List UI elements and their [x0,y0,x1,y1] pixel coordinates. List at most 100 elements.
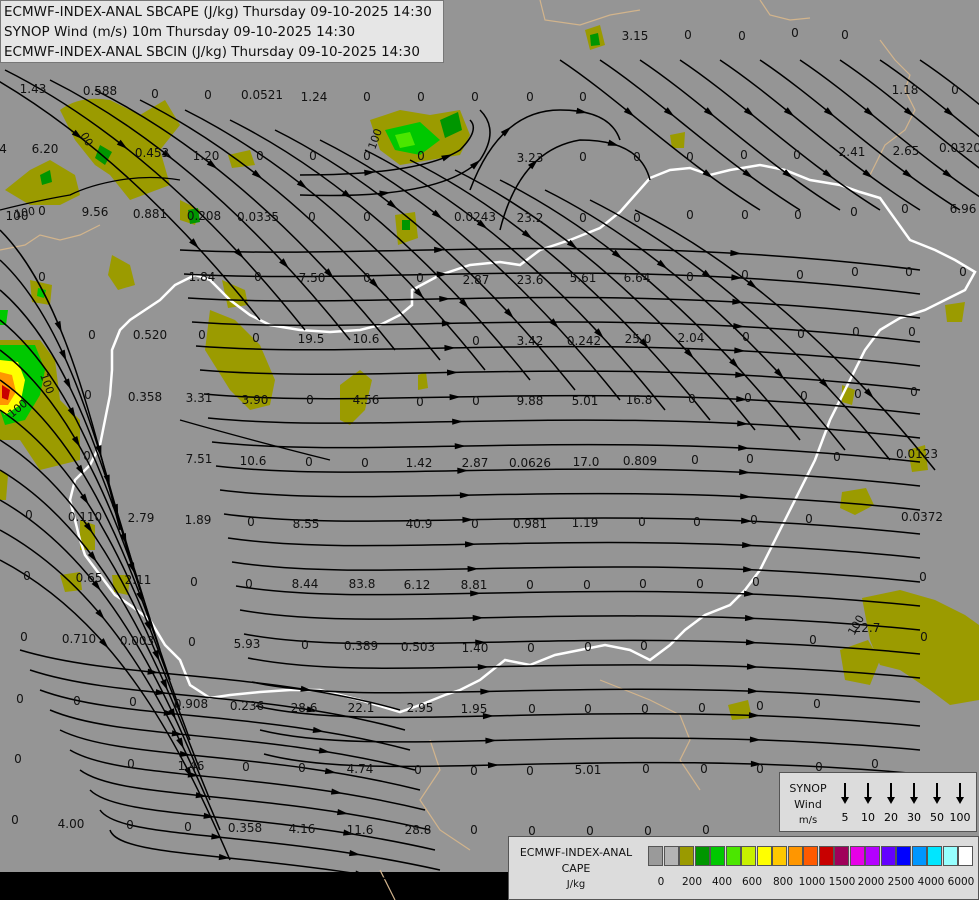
cin-value-label: 83.8 [349,577,376,591]
cin-value-label: 0 [363,149,371,163]
cin-value-label: 9.56 [82,205,109,219]
wind-legend-arrows: 5 10 20 30 50 100 [841,783,971,824]
cin-value-label: 0 [528,702,536,716]
cin-value-label: 23.6 [517,273,544,287]
cin-value-label: 0 [850,205,858,219]
cin-value-label: 0 [254,270,262,284]
cin-value-label: 0.0521 [241,88,283,102]
cin-title: ECMWF-INDEX-ANAL SBCIN (J/kg) Thursday 0… [4,44,420,60]
wind-legend-arrow: 30 [907,783,921,824]
cin-value-label: 0 [639,577,647,591]
cin-value-label: 6.12 [404,578,431,592]
cin-value-label: 2.79 [128,511,155,525]
cin-value-label: 28.6 [291,701,318,715]
cin-value-label: 0.520 [133,328,167,342]
cin-value-label: 2.04 [678,331,705,345]
cin-value-label: 0 [126,818,134,832]
cape-tick-label: 200 [681,876,703,888]
cin-value-label: 0 [526,764,534,778]
cape-color-swatch [958,846,973,866]
cin-value-label: 4 [0,142,7,156]
cin-value-label: 28.8 [405,823,432,837]
cape-color-swatch [880,846,896,866]
weather-map: 1.43 0.588 0 0 0.0521 1.24 0 0 0 0 0 3.15 0 0 0 0 1.18 0 4… [0,0,979,900]
cin-value-label: 0 [305,455,313,469]
cin-value-label: 0.358 [228,821,262,835]
cin-value-label: 0 [309,149,317,163]
cin-value-label: 7.50 [299,271,326,285]
cin-value-label: 0 [738,29,746,43]
cape-color-swatch [818,846,834,866]
cin-value-label: 0 [791,26,799,40]
cin-value-label: 0 [38,270,46,284]
cape-color-swatch [648,846,663,866]
cin-value-label: 0 [298,761,306,775]
cin-value-label: 0 [871,757,879,771]
cin-value-label: 0 [741,208,749,222]
cin-value-label: 2.65 [893,144,920,158]
cin-value-label: 0 [129,695,137,709]
cape-color-swatch [865,846,880,866]
cin-value-label: 0.389 [344,639,378,653]
wind-legend-unit: m/s [798,815,818,826]
cin-value-label: 4.74 [347,762,374,776]
cape-title: ECMWF-INDEX-ANAL SBCAPE (J/kg) Thursday … [4,4,432,20]
cin-value-label: 5.01 [575,763,602,777]
wind-legend-speed: 10 [861,811,875,824]
cin-value-label: 0 [688,392,696,406]
cin-value-label: 0 [417,90,425,104]
cin-value-label: 0.0372 [901,510,943,524]
cin-value-label: 0 [184,820,192,834]
cin-value-label: 0 [83,449,91,463]
cin-value-label: 0 [73,694,81,708]
wind-legend-speed: 20 [884,811,898,824]
cin-value-label: 0.236 [230,699,264,713]
cin-value-label: 0.358 [128,390,162,404]
wind-legend-arrow: 50 [930,783,944,824]
cin-value-label: 0 [805,512,813,526]
cape-tick-label: 1500 [828,876,856,888]
cin-value-label: 0.0123 [896,447,938,461]
cin-value-label: 0 [809,633,817,647]
cin-value-label: 1.89 [185,513,212,527]
cin-value-label: 3.15 [622,29,649,43]
cape-color-swatch [694,846,710,866]
cin-value-label: 0 [750,513,758,527]
cin-value-label: 0 [417,149,425,163]
cin-value-label: 0 [23,569,31,583]
cin-value-label: 0 [742,330,750,344]
cape-tick-label: 0 [657,876,665,888]
cin-value-label: 0 [151,87,159,101]
cin-value-label: 17.0 [573,455,600,469]
cin-value-label: 0 [470,823,478,837]
cin-value-label: 0 [11,813,19,827]
cin-value-label: 0 [583,578,591,592]
cin-value-label: 0 [127,757,135,771]
cape-legend-title: ECMWF-INDEX-ANAL [519,846,633,859]
cin-value-label: 0.453 [135,146,169,160]
cin-value-label: 0 [247,515,255,529]
cape-color-swatch [741,846,756,866]
cin-value-label: 0 [793,148,801,162]
cape-tick-label: 1000 [798,876,826,888]
cin-value-label: 0 [526,90,534,104]
cin-value-label: 1.20 [193,149,220,163]
cin-value-label: 0.003 [120,634,154,648]
cin-value-label: 0 [306,393,314,407]
wind-legend: SYNOP Wind m/s 5 10 20 30 50 100 [779,772,977,832]
cin-value-label: 6.64 [624,271,651,285]
cin-value-label: 0 [640,639,648,653]
cin-value-label: 0 [472,394,480,408]
cin-value-label: 0 [744,391,752,405]
cin-value-label: 0 [919,570,927,584]
cin-value-label: 0 [414,763,422,777]
wind-legend-arrow: 10 [861,783,875,824]
cin-value-label: 0.0335 [237,210,279,224]
cin-value-label: 0 [25,508,33,522]
cin-value-label: 0.908 [174,697,208,711]
cin-value-label: 0.503 [401,640,435,654]
cin-value-label: 0 [756,699,764,713]
cin-value-label: 0 [308,210,316,224]
cin-value-label: 19.5 [298,332,325,346]
cin-value-label: 11.6 [347,823,374,837]
